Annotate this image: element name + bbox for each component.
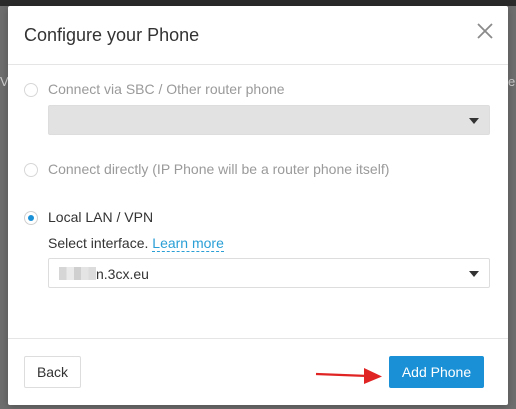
dialog-header: Configure your Phone xyxy=(8,6,508,65)
radio-sbc[interactable] xyxy=(24,83,38,97)
option-direct-label: Connect directly (IP Phone will be a rou… xyxy=(48,161,390,177)
chevron-down-icon xyxy=(469,271,479,277)
interface-dropdown-value: n.3cx.eu xyxy=(59,266,149,282)
radio-direct[interactable] xyxy=(24,163,38,177)
sbc-dropdown[interactable] xyxy=(48,105,490,135)
radio-local-lan[interactable] xyxy=(24,211,38,225)
select-interface-label: Select interface. xyxy=(48,235,149,251)
option-sbc-label: Connect via SBC / Other router phone xyxy=(48,81,285,97)
close-button[interactable] xyxy=(474,20,496,42)
interface-help-row: Select interface. Learn more xyxy=(48,235,224,252)
dialog-footer: Back Add Phone xyxy=(8,338,508,406)
configure-phone-dialog: Configure your Phone Connect via SBC / O… xyxy=(8,6,508,405)
interface-value-text: n.3cx.eu xyxy=(96,266,149,282)
learn-more-link[interactable]: Learn more xyxy=(152,235,224,252)
interface-dropdown[interactable]: n.3cx.eu xyxy=(48,258,490,288)
option-local-lan-label: Local LAN / VPN xyxy=(48,209,154,225)
backdrop-partial-text-left: Vo xyxy=(0,74,8,89)
redacted-text xyxy=(59,267,96,280)
close-icon xyxy=(477,23,493,39)
dialog-title: Configure your Phone xyxy=(24,25,200,45)
add-phone-button[interactable]: Add Phone xyxy=(389,356,484,388)
backdrop-partial-text-right: e xyxy=(508,74,516,89)
back-button[interactable]: Back xyxy=(24,356,81,388)
annotation-arrow-icon xyxy=(315,368,382,384)
chevron-down-icon xyxy=(469,118,479,124)
